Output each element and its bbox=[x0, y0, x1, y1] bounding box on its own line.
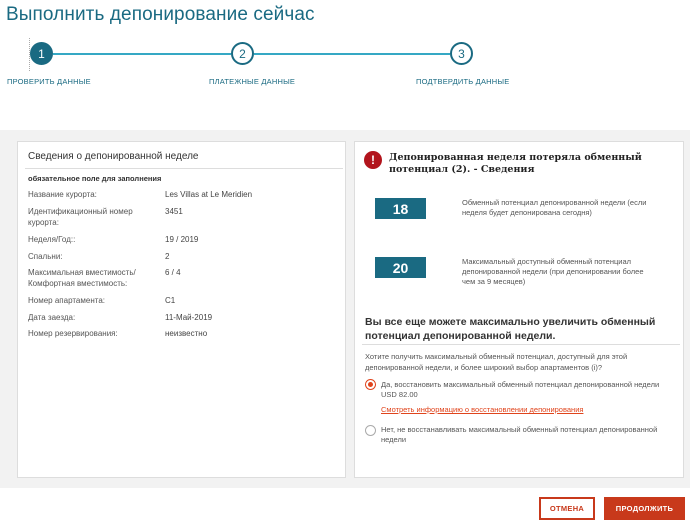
step-3-label: ПОДТВЕРДИТЬ ДАННЫЕ bbox=[416, 77, 510, 86]
progress-stepper: 1 ПРОВЕРИТЬ ДАННЫЕ 2 ПЛАТЕЖНЫЕ ДАННЫЕ 3 … bbox=[0, 38, 690, 104]
step-2-label: ПЛАТЕЖНЫЕ ДАННЫЕ bbox=[209, 77, 296, 86]
detail-label: Дата заезда: bbox=[28, 313, 76, 322]
detail-label: Идентификационный номер курорта: bbox=[28, 207, 133, 227]
detail-value: 11-Май-2019 bbox=[165, 313, 213, 322]
required-note: обязательное поле для заполнения bbox=[28, 174, 162, 183]
step-connector-2 bbox=[254, 53, 450, 55]
detail-label: Номер апартамента: bbox=[28, 296, 105, 305]
detail-value: неизвестно bbox=[165, 329, 208, 338]
details-header: Сведения о депонированной неделе bbox=[28, 151, 199, 162]
current-power-value: 18 bbox=[375, 198, 426, 219]
step-connector-1 bbox=[53, 53, 231, 55]
trading-power-card: ! Депонированная неделя потеряла обменны… bbox=[354, 141, 684, 478]
details-divider bbox=[25, 168, 343, 169]
detail-value: Les Villas at Le Meridien bbox=[165, 190, 253, 199]
cancel-button[interactable]: ОТМЕНА bbox=[539, 497, 595, 520]
deposit-details-card: Сведения о депонированной неделе обязате… bbox=[17, 141, 346, 478]
current-power-description: Обменный потенциал депонированной недели… bbox=[462, 198, 647, 217]
detail-value: 19 / 2019 bbox=[165, 235, 199, 244]
detail-value: 6 / 4 bbox=[165, 268, 181, 277]
detail-value: 2 bbox=[165, 252, 170, 261]
detail-value: C1 bbox=[165, 296, 176, 305]
step-1-circle[interactable]: 1 bbox=[30, 42, 53, 65]
upsell-text: Хотите получить максимальный обменный по… bbox=[365, 352, 628, 372]
upsell-title: Вы все еще можете максимально увеличить … bbox=[365, 316, 656, 342]
continue-button[interactable]: ПРОДОЛЖИТЬ bbox=[604, 497, 685, 520]
detail-label: Название курорта: bbox=[28, 190, 97, 199]
max-power-value: 20 bbox=[375, 257, 426, 278]
restore-info-link[interactable]: Смотреть информацию о восстановлении деп… bbox=[381, 405, 583, 414]
restore-yes-label[interactable]: Да, восстановить максимальный обменный п… bbox=[381, 380, 676, 400]
step-3-circle: 3 bbox=[450, 42, 473, 65]
detail-value: 3451 bbox=[165, 207, 183, 216]
exclamation-icon: ! bbox=[364, 151, 382, 169]
page-title: Выполнить депонирование сейчас bbox=[6, 4, 315, 25]
warning-title[interactable]: Депонированная неделя потеряла обменный … bbox=[389, 152, 679, 176]
max-power-description: Максимальный доступный обменный потенциа… bbox=[462, 257, 644, 286]
step-1-label[interactable]: ПРОВЕРИТЬ ДАННЫЕ bbox=[7, 77, 91, 86]
detail-label: Неделя/Год:: bbox=[28, 235, 76, 244]
detail-label: Номер резервирования: bbox=[28, 329, 118, 338]
restore-yes-radio[interactable] bbox=[365, 379, 376, 390]
upsell-divider bbox=[362, 344, 680, 345]
restore-no-label[interactable]: Нет, не восстанавливать максимальный обм… bbox=[381, 425, 671, 445]
detail-label: Максимальная вместимость/ Комфортная вме… bbox=[28, 268, 136, 288]
detail-label: Спальни: bbox=[28, 252, 63, 261]
restore-no-radio[interactable] bbox=[365, 425, 376, 436]
step-2-circle: 2 bbox=[231, 42, 254, 65]
